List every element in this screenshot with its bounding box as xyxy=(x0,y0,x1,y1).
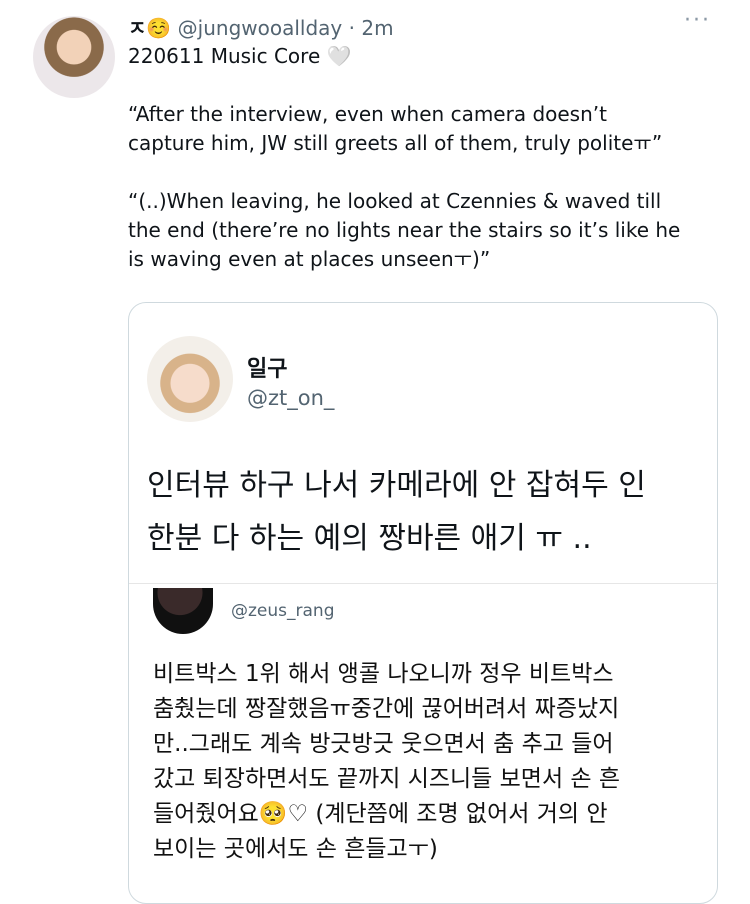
tweet-header: ㅈ☺️ @jungwooallday · 2m xyxy=(128,12,394,41)
embedded-line: 보이는 곳에서도 손 흔들고ㅜ) xyxy=(153,836,438,862)
embedded-avatar xyxy=(153,588,213,634)
quoted-author-handle[interactable]: @zt_on_ xyxy=(247,386,334,410)
embedded-line: 비트박스 1위 해서 앵콜 나오니까 정우 비트박스 xyxy=(153,661,614,687)
quoted-author-avatar[interactable] xyxy=(147,336,233,422)
tweet-line: capture him, JW still greets all of them… xyxy=(128,131,663,155)
quoted-tweet-text: 인터뷰 하구 나서 카메라에 안 잡혀두 인 한분 다 하는 예의 짱바른 애기… xyxy=(147,459,717,565)
embedded-line: 만..그래도 계속 방긋방긋 웃으면서 춤 추고 들어 xyxy=(153,731,614,757)
embedded-line: 춤췄는데 짱잘했음ㅠ중간에 끊어버려서 짜증났지 xyxy=(153,696,620,722)
embedded-line: 갔고 퇴장하면서도 끝까지 시즈니들 보면서 손 흔 xyxy=(153,766,621,792)
more-options-icon[interactable]: ··· xyxy=(684,8,711,33)
author-avatar[interactable] xyxy=(33,16,115,98)
author-handle[interactable]: @jungwooallday xyxy=(178,16,343,40)
quoted-line: 인터뷰 하구 나서 카메라에 안 잡혀두 인 xyxy=(147,468,646,503)
tweet-line: the end (there’re no lights near the sta… xyxy=(128,218,681,242)
author-display-name[interactable]: ㅈ☺️ xyxy=(128,16,171,40)
quoted-line: 한분 다 하는 예의 짱바른 애기 ㅠ .. xyxy=(147,521,592,556)
tweet-line: 220611 Music Core 🤍 xyxy=(128,44,352,68)
embedded-line: 들어줬어요🥺♡ (계단쯤에 조명 없어서 거의 안 xyxy=(153,801,608,827)
tweet-text: 220611 Music Core 🤍 “After the interview… xyxy=(128,42,728,274)
tweet-line: “(..)When leaving, he looked at Czennies… xyxy=(128,189,662,213)
tweet-line: is waving even at places unseenㅜ)” xyxy=(128,247,491,271)
embedded-screenshot-text: 비트박스 1위 해서 앵콜 나오니까 정우 비트박스 춤췄는데 짱잘했음ㅠ중간에… xyxy=(153,657,713,867)
embedded-handle: @zeus_rang xyxy=(231,601,335,621)
tweet-time[interactable]: · 2m xyxy=(349,16,394,40)
quoted-author-name[interactable]: 일구 xyxy=(247,351,287,383)
tweet-line: “After the interview, even when camera d… xyxy=(128,102,607,126)
quoted-tweet-card[interactable]: 일구 @zt_on_ 인터뷰 하구 나서 카메라에 안 잡혀두 인 한분 다 하… xyxy=(128,302,718,904)
embedded-image-divider xyxy=(129,583,717,584)
